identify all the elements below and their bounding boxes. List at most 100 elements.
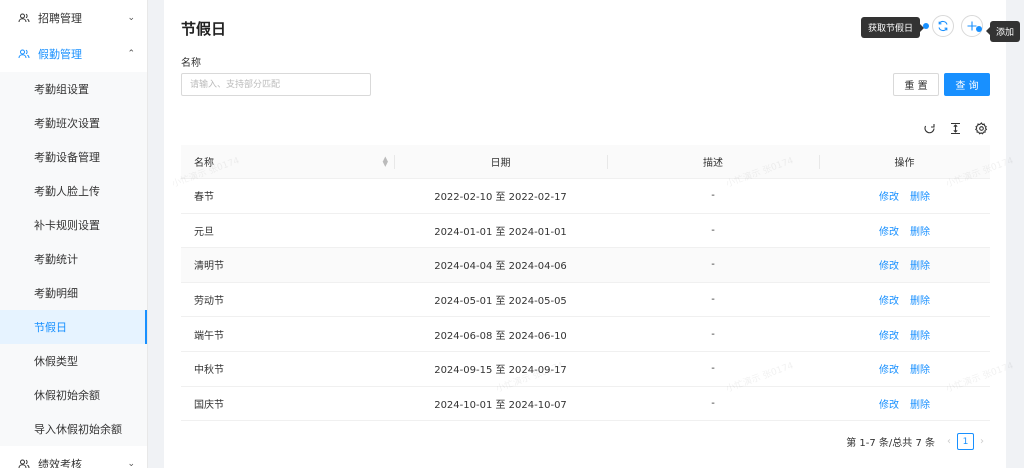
attendance-submenu: 考勤组设置 考勤班次设置 考勤设备管理 考勤人脸上传 补卡规则设置 考勤统计 考… — [0, 72, 147, 446]
cell-description: - — [711, 294, 715, 306]
sidebar-item-attendance-stats[interactable]: 考勤统计 — [0, 242, 147, 276]
sidebar: 招聘管理 ⌄ 假勤管理 ⌃ 考勤组设置 考勤班次设置 考勤设备管理 考勤人脸上传… — [0, 0, 148, 468]
cell-name: 端午节 — [194, 330, 224, 342]
sidebar-item-makeup-rules[interactable]: 补卡规则设置 — [0, 208, 147, 242]
cell-description: - — [711, 224, 715, 236]
cell-actions: 修改 删除 — [819, 179, 990, 213]
column-header-name[interactable]: 名称 ▲ ▼ — [181, 145, 394, 178]
sidebar-group-attendance[interactable]: 假勤管理 ⌃ — [0, 36, 147, 72]
column-header-label: 名称 — [194, 158, 214, 169]
pagination-summary: 第 1-7 条/总共 7 条 — [846, 438, 935, 449]
main-panel: 节假日 获取节假日 添加 名称 重 置 查 询 名称 ▲▼ 日期 描述 操作 — [164, 0, 1021, 468]
settings-gear-icon[interactable] — [973, 120, 989, 136]
table-row: 元旦 2024-01-01 至 2024-01-01 - 修改 删除 — [181, 214, 990, 249]
reset-button[interactable]: 重 置 — [893, 73, 939, 96]
people-icon — [18, 458, 30, 468]
edit-link[interactable]: 修改 — [879, 257, 899, 272]
sidebar-group-performance[interactable]: 绩效考核 ⌄ — [0, 446, 147, 468]
edit-link[interactable]: 修改 — [879, 361, 899, 376]
table-header: 名称 ▲ ▼ 日期 描述 操作 — [181, 145, 990, 179]
page-number-button[interactable]: 1 — [957, 433, 974, 450]
sort-icon[interactable]: ▲ ▼ — [383, 156, 388, 168]
add-indicator-dot — [976, 26, 982, 32]
edit-link[interactable]: 修改 — [879, 292, 899, 307]
fetch-holidays-tooltip: 获取节假日 — [861, 17, 925, 38]
table-row: 国庆节 2024-10-01 至 2024-10-07 - 修改 删除 — [181, 387, 990, 422]
chevron-up-icon: ⌃ — [127, 49, 135, 59]
edit-link[interactable]: 修改 — [879, 188, 899, 203]
cell-date: 2024-06-08 至 2024-06-10 — [434, 330, 567, 342]
sidebar-group-recruitment[interactable]: 招聘管理 ⌄ — [0, 0, 147, 36]
edit-link[interactable]: 修改 — [879, 396, 899, 411]
cell-description: - — [711, 259, 715, 271]
sidebar-item-leave-types[interactable]: 休假类型 — [0, 344, 147, 378]
name-filter-label: 名称 — [181, 58, 201, 69]
cell-actions: 修改 删除 — [819, 352, 990, 386]
people-icon — [18, 12, 30, 24]
table-row: 清明节 2024-04-04 至 2024-04-06 - 修改 删除 — [181, 248, 990, 283]
delete-link[interactable]: 删除 — [910, 292, 930, 307]
sidebar-item-attendance-detail[interactable]: 考勤明细 — [0, 276, 147, 310]
cell-description: - — [711, 397, 715, 409]
cell-name: 春节 — [194, 192, 214, 204]
prev-page-icon[interactable]: ‹ — [947, 436, 951, 447]
sidebar-item-face-upload[interactable]: 考勤人脸上传 — [0, 174, 147, 208]
cell-actions: 修改 删除 — [819, 214, 990, 248]
next-page-icon[interactable]: › — [980, 436, 984, 447]
cell-actions: 修改 删除 — [819, 317, 990, 351]
fetch-holidays-button[interactable] — [932, 15, 954, 37]
pagination: 第 1-7 条/总共 7 条 ‹ 1 › — [846, 433, 990, 450]
table-row: 端午节 2024-06-08 至 2024-06-10 - 修改 删除 — [181, 317, 990, 352]
cell-date: 2024-05-01 至 2024-05-05 — [434, 296, 567, 308]
column-height-icon[interactable] — [947, 120, 963, 136]
sidebar-item-device-management[interactable]: 考勤设备管理 — [0, 140, 147, 174]
add-tooltip: 添加 — [985, 21, 1021, 42]
delete-link[interactable]: 删除 — [910, 188, 930, 203]
delete-link[interactable]: 删除 — [910, 257, 930, 272]
delete-link[interactable]: 删除 — [910, 223, 930, 238]
cell-name: 劳动节 — [194, 296, 224, 308]
sidebar-item-holidays[interactable]: 节假日 — [0, 310, 147, 344]
edit-link[interactable]: 修改 — [879, 327, 899, 342]
column-header-description: 描述 — [607, 145, 819, 178]
reload-icon[interactable] — [921, 120, 937, 136]
cell-actions: 修改 删除 — [819, 387, 990, 421]
cell-date: 2024-04-04 至 2024-04-06 — [434, 261, 567, 273]
cell-actions: 修改 删除 — [819, 283, 990, 317]
cell-name: 中秋节 — [194, 365, 224, 377]
cell-name: 元旦 — [194, 226, 214, 238]
cell-date: 2022-02-10 至 2022-02-17 — [434, 192, 567, 204]
delete-link[interactable]: 删除 — [910, 396, 930, 411]
sidebar-item-import-leave-balance[interactable]: 导入休假初始余额 — [0, 412, 147, 446]
sidebar-item-shift-settings[interactable]: 考勤班次设置 — [0, 106, 147, 140]
delete-link[interactable]: 删除 — [910, 361, 930, 376]
delete-link[interactable]: 删除 — [910, 327, 930, 342]
cell-date: 2024-01-01 至 2024-01-01 — [434, 226, 567, 238]
cell-name: 清明节 — [194, 261, 224, 273]
chevron-down-icon: ⌄ — [127, 13, 135, 23]
column-header-date: 日期 — [394, 145, 607, 178]
sidebar-group-label: 假勤管理 — [38, 48, 82, 61]
cell-name: 国庆节 — [194, 399, 224, 411]
sidebar-group-label: 招聘管理 — [38, 12, 82, 25]
table-row: 劳动节 2024-05-01 至 2024-05-05 - 修改 删除 — [181, 283, 990, 318]
fetch-indicator-dot — [923, 23, 929, 29]
cell-actions: 修改 删除 — [819, 248, 990, 282]
table-row: 春节 2022-02-10 至 2022-02-17 - 修改 删除 — [181, 179, 990, 214]
edit-link[interactable]: 修改 — [879, 223, 899, 238]
cell-description: - — [711, 190, 715, 202]
sidebar-item-attendance-group[interactable]: 考勤组设置 — [0, 72, 147, 106]
refresh-icon — [937, 20, 949, 32]
cell-date: 2024-10-01 至 2024-10-07 — [434, 399, 567, 411]
page-title: 节假日 — [181, 20, 227, 38]
cell-description: - — [711, 328, 715, 340]
sidebar-item-leave-balance[interactable]: 休假初始余额 — [0, 378, 147, 412]
query-button[interactable]: 查 询 — [944, 73, 990, 96]
chevron-down-icon: ⌄ — [127, 459, 135, 468]
name-search-input[interactable] — [181, 73, 371, 96]
column-header-actions: 操作 — [819, 145, 990, 178]
cell-date: 2024-09-15 至 2024-09-17 — [434, 365, 567, 377]
cell-description: - — [711, 363, 715, 375]
holiday-table: 名称 ▲ ▼ 日期 描述 操作 春节 2022-02-10 至 2022-02-1… — [181, 145, 990, 422]
table-row: 中秋节 2024-09-15 至 2024-09-17 - 修改 删除 — [181, 352, 990, 387]
